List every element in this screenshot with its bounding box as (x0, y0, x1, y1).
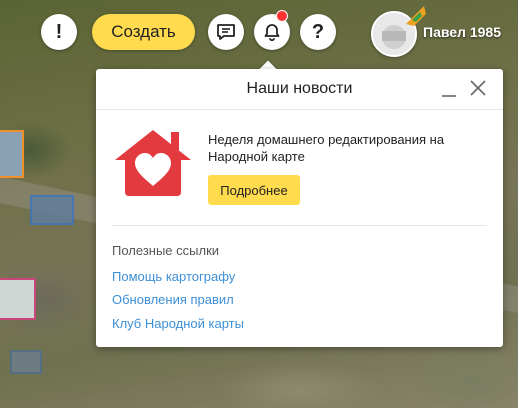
warning-icon: ! (55, 20, 63, 43)
more-button[interactable]: Подробнее (208, 175, 300, 205)
news-popup: Наши новости Неделя домашнего редактиров… (96, 69, 503, 347)
link-help-mapper[interactable]: Помощь картографу (112, 269, 235, 284)
user-name[interactable]: Павел 1985 (423, 24, 501, 40)
notification-dot (276, 10, 288, 22)
home-heart-icon (115, 130, 191, 196)
minimize-icon[interactable] (441, 83, 457, 99)
divider (112, 225, 487, 226)
map-building[interactable] (0, 278, 36, 320)
map-building[interactable] (30, 195, 74, 225)
warning-button[interactable]: ! (41, 14, 77, 50)
popup-header: Наши новости (96, 69, 503, 110)
link-club[interactable]: Клуб Народной карты (112, 316, 244, 331)
close-icon[interactable] (469, 79, 487, 97)
notifications-button[interactable] (254, 10, 290, 50)
bell-icon (264, 24, 280, 42)
help-button[interactable]: ? (300, 14, 336, 50)
help-icon: ? (311, 20, 325, 43)
map-building[interactable] (10, 350, 42, 374)
popup-title: Наши новости (246, 80, 353, 97)
links-title: Полезные ссылки (112, 243, 220, 258)
news-text: Неделя домашнего редактирования на Народ… (208, 132, 445, 164)
link-rules-updates[interactable]: Обновления правил (112, 292, 234, 307)
chat-icon (217, 24, 235, 40)
map-building[interactable] (0, 130, 24, 178)
chat-button[interactable] (208, 14, 244, 50)
create-button[interactable]: Создать (92, 14, 195, 50)
